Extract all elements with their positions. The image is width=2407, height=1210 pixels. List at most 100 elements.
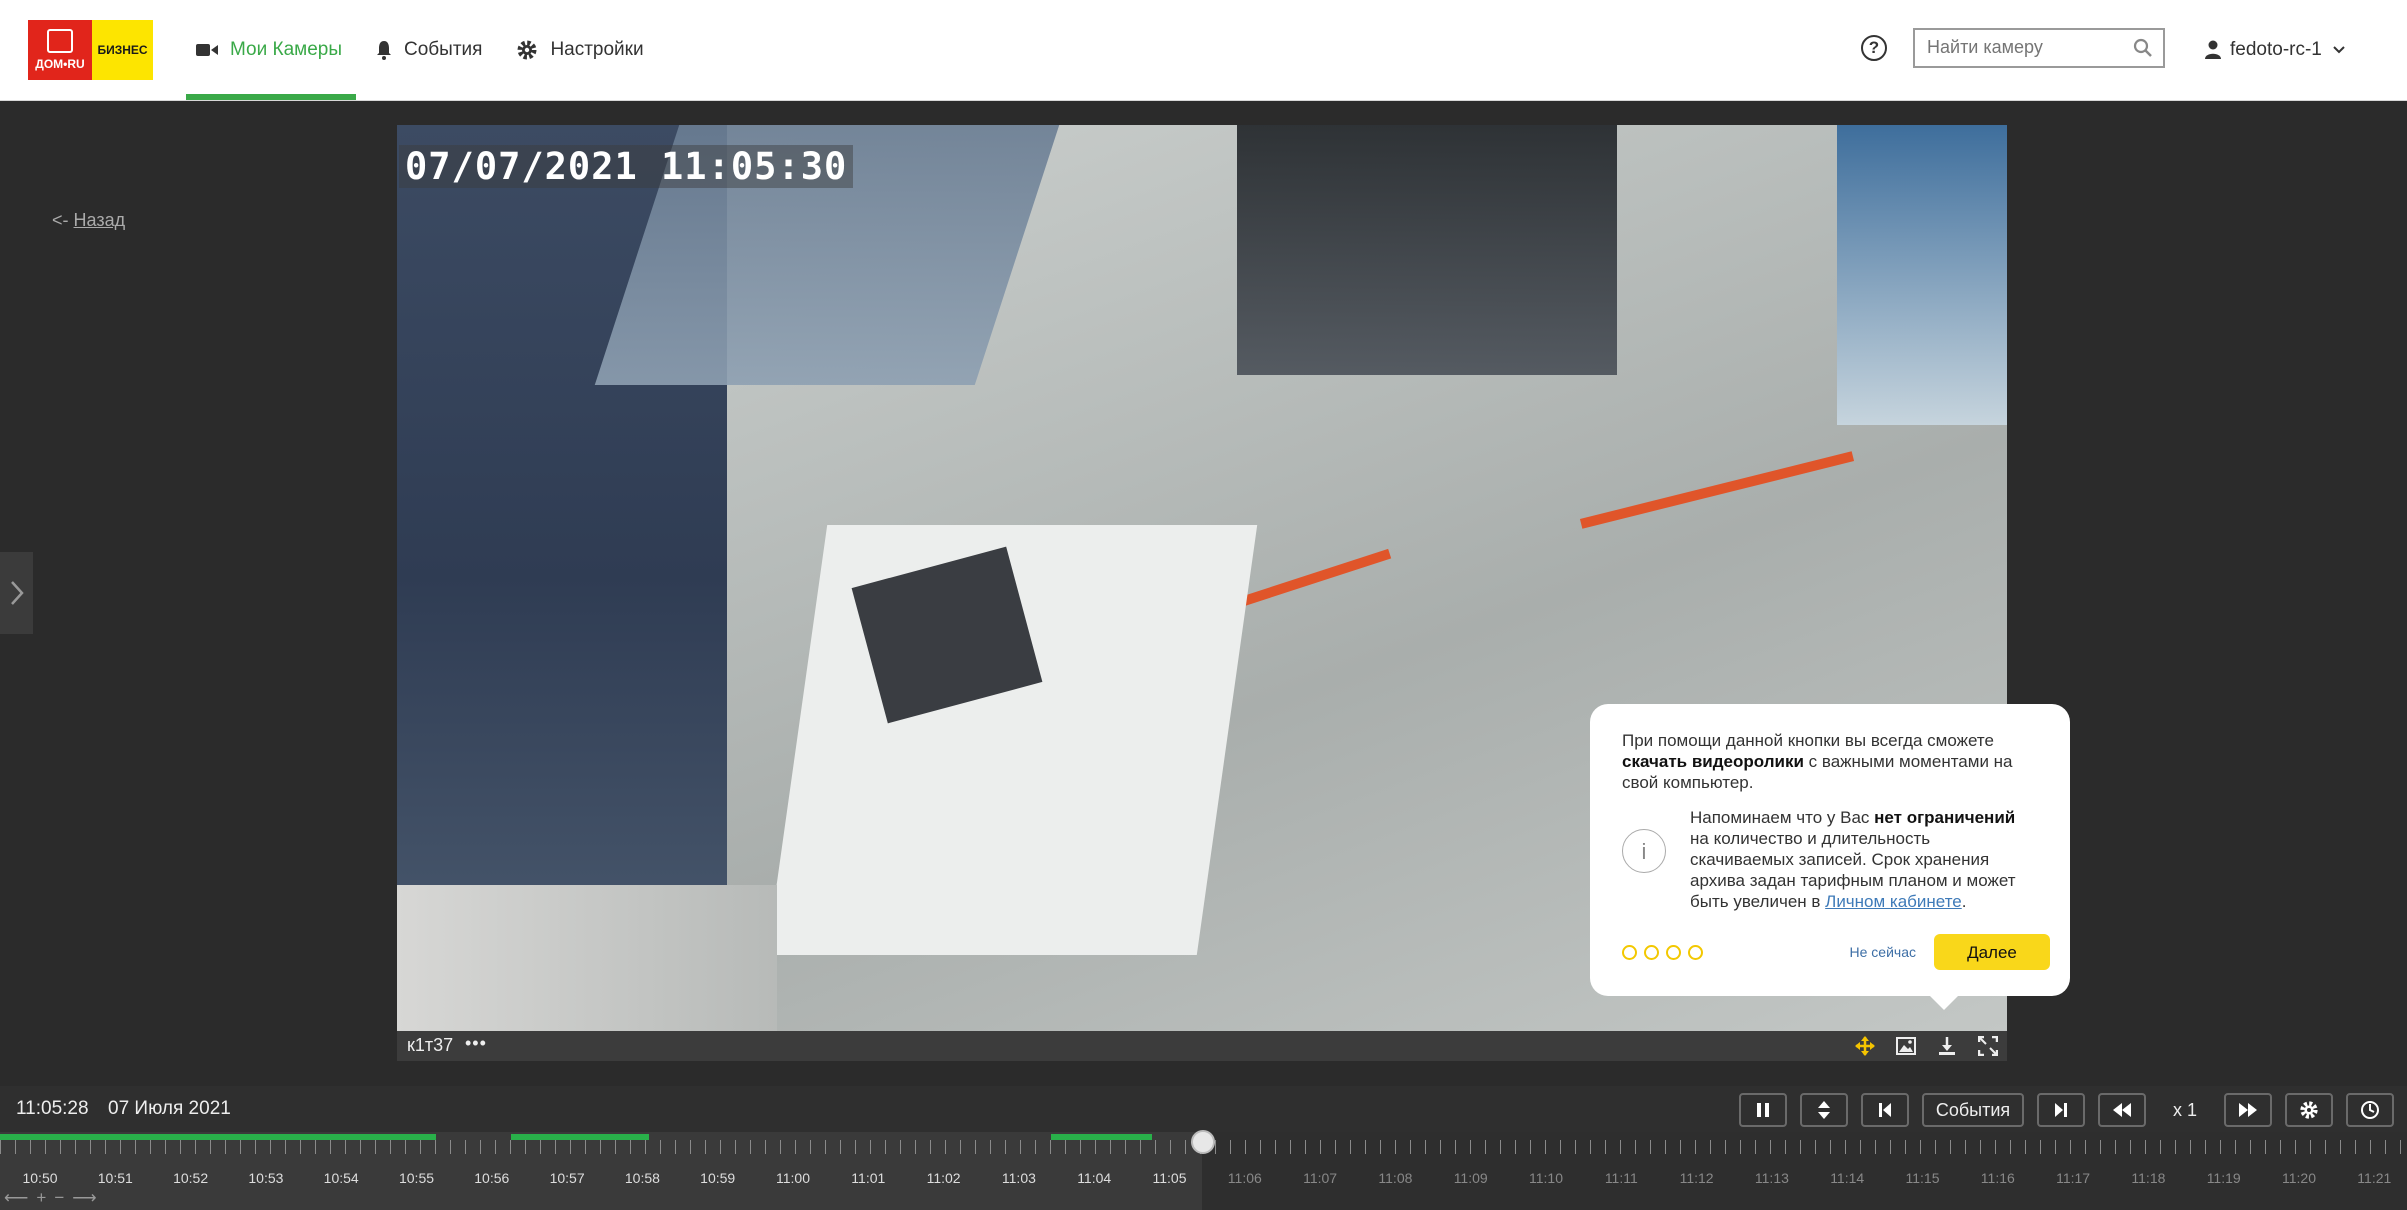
info-icon: i (1622, 829, 1666, 873)
nav-label: События (404, 39, 483, 60)
personal-account-link[interactable]: Личном кабинете (1825, 892, 1962, 911)
timeline-label: 11:00 (776, 1170, 810, 1186)
rewind-button[interactable] (2098, 1093, 2146, 1127)
timeline-label: 11:08 (1378, 1170, 1413, 1186)
timeline-label: 11:20 (2282, 1170, 2316, 1186)
video-scene-floor-mark (1579, 451, 1855, 529)
timeline-label: 11:19 (2206, 1170, 2241, 1186)
step-indicator (1622, 944, 1710, 960)
camera-search (1913, 28, 2165, 68)
timeline-label: 11:10 (1529, 1170, 1563, 1186)
user-icon (2205, 40, 2221, 59)
video-actions (1835, 1035, 1999, 1057)
player-settings-button[interactable] (2285, 1093, 2333, 1127)
hint-text: При помощи данной кнопки вы всегда сможе… (1622, 731, 1994, 750)
hint-bold-text: нет ограничений (1874, 808, 2016, 827)
download-hint-popup: При помощи данной кнопки вы всегда сможе… (1590, 704, 2070, 1010)
nav-label: Мои Камеры (230, 39, 342, 60)
timeline-label: 11:13 (1754, 1170, 1789, 1186)
next-button[interactable]: Далее (1934, 934, 2050, 970)
nav-settings[interactable]: Настройки (502, 0, 657, 100)
timeline-label: 11:11 (1604, 1170, 1638, 1186)
timeline-label: 11:09 (1453, 1170, 1488, 1186)
timeline-label: 10:55 (398, 1170, 435, 1186)
fast-forward-button[interactable] (2224, 1093, 2272, 1127)
hint-paragraph-1: При помощи данной кнопки вы всегда сможе… (1622, 730, 2038, 793)
timeline-label: 11:04 (1077, 1170, 1112, 1186)
main-nav: Мои Камеры События Настройки (182, 0, 664, 100)
hint-bold-text: скачать видеоролики (1622, 752, 1804, 771)
brand-logo[interactable]: ДОМ•RU БИЗНЕС (28, 20, 153, 80)
fullscreen-icon[interactable] (1977, 1035, 1999, 1057)
timeline-label: 11:03 (1001, 1170, 1036, 1186)
skip-forward-icon (2055, 1103, 2067, 1117)
timeline-label: 10:58 (624, 1170, 660, 1186)
nav-my-cameras[interactable]: Мои Камеры (182, 0, 356, 100)
search-icon[interactable] (2133, 38, 2153, 63)
next-frame-button[interactable] (2037, 1093, 2085, 1127)
gear-icon (2300, 1101, 2318, 1119)
top-bar: ДОМ•RU БИЗНЕС Мои Камеры События Настрой… (0, 0, 2407, 101)
user-menu[interactable]: fedoto-rc-1 (2204, 32, 2354, 68)
back-arrow: <- (52, 210, 69, 230)
step-dot (1644, 944, 1659, 960)
fast-forward-icon (2239, 1103, 2257, 1117)
skip-back-icon (1879, 1103, 1891, 1117)
timeline-label: 11:01 (851, 1170, 886, 1186)
not-now-button[interactable]: Не сейчас (1850, 942, 1916, 963)
camera-name: к1т37 (407, 1035, 454, 1055)
timeline-label: 11:07 (1303, 1170, 1338, 1186)
timeline-label: 10:51 (97, 1170, 133, 1186)
previous-frame-button[interactable] (1861, 1093, 1909, 1127)
help-icon[interactable]: ? (1861, 35, 1887, 61)
hint-footer: Не сейчас Далее (1622, 934, 2050, 970)
timeline-label: 11:21 (2357, 1170, 2392, 1186)
current-time: 11:05:28 (16, 1098, 89, 1119)
zoom-in-icon[interactable]: + (36, 1188, 46, 1208)
events-button[interactable]: События (1922, 1093, 2024, 1127)
nav-events[interactable]: События (362, 0, 496, 100)
timeline-label: 10:50 (22, 1170, 58, 1186)
chevron-right-icon (10, 581, 24, 605)
timeline-label: 11:18 (2131, 1170, 2166, 1186)
hint-text: . (1961, 892, 1967, 911)
pause-icon (1757, 1103, 1769, 1117)
back-link[interactable]: <- Назад (52, 210, 125, 231)
current-date: 07 Июля 2021 (108, 1098, 231, 1119)
video-timestamp-overlay: 07/07/2021 11:05:30 (399, 145, 854, 188)
timeline-label: 11:12 (1679, 1170, 1714, 1186)
download-icon[interactable] (1936, 1035, 1958, 1057)
pause-button[interactable] (1739, 1093, 1787, 1127)
video-scene-display (397, 885, 777, 1031)
logo-top-text: ДОМ•RU (35, 57, 85, 71)
video-scene-shelf (1837, 125, 2007, 425)
timeline-label: 11:05 (1152, 1170, 1187, 1186)
expand-timeline-button[interactable] (1800, 1093, 1848, 1127)
timeline-label: 10:56 (474, 1170, 510, 1186)
move-icon[interactable] (1854, 1035, 1876, 1057)
back-label: Назад (73, 210, 126, 230)
step-dot (1622, 944, 1637, 960)
expand-vertical-icon (1818, 1101, 1830, 1119)
video-toolbar: к1т37 ••• (397, 1031, 2007, 1061)
timeline-label: 11:14 (1830, 1170, 1865, 1186)
video-camera-icon (196, 44, 218, 56)
search-input[interactable] (1915, 30, 2139, 64)
timeline-playhead[interactable] (1191, 1130, 1215, 1154)
clock-icon (2361, 1101, 2379, 1119)
gear-icon (517, 40, 537, 60)
scroll-left-icon[interactable]: ⟵ (4, 1188, 28, 1208)
sidebar-toggle[interactable] (0, 552, 33, 634)
playback-speed[interactable]: x 1 (2159, 1100, 2211, 1121)
snapshot-icon[interactable] (1895, 1035, 1917, 1057)
logo-square-icon (47, 29, 73, 53)
video-scene-rack-dark (1237, 125, 1617, 375)
timeline-label: 10:53 (248, 1170, 284, 1186)
popup-pointer (1930, 996, 1958, 1010)
step-dot-active (1688, 944, 1703, 960)
logo-bottom-text: БИЗНЕС (97, 43, 148, 57)
scroll-right-icon[interactable]: ⟶ (72, 1188, 96, 1208)
camera-more-button[interactable]: ••• (465, 1033, 487, 1054)
zoom-out-icon[interactable]: − (54, 1188, 64, 1208)
go-to-time-button[interactable] (2346, 1093, 2394, 1127)
